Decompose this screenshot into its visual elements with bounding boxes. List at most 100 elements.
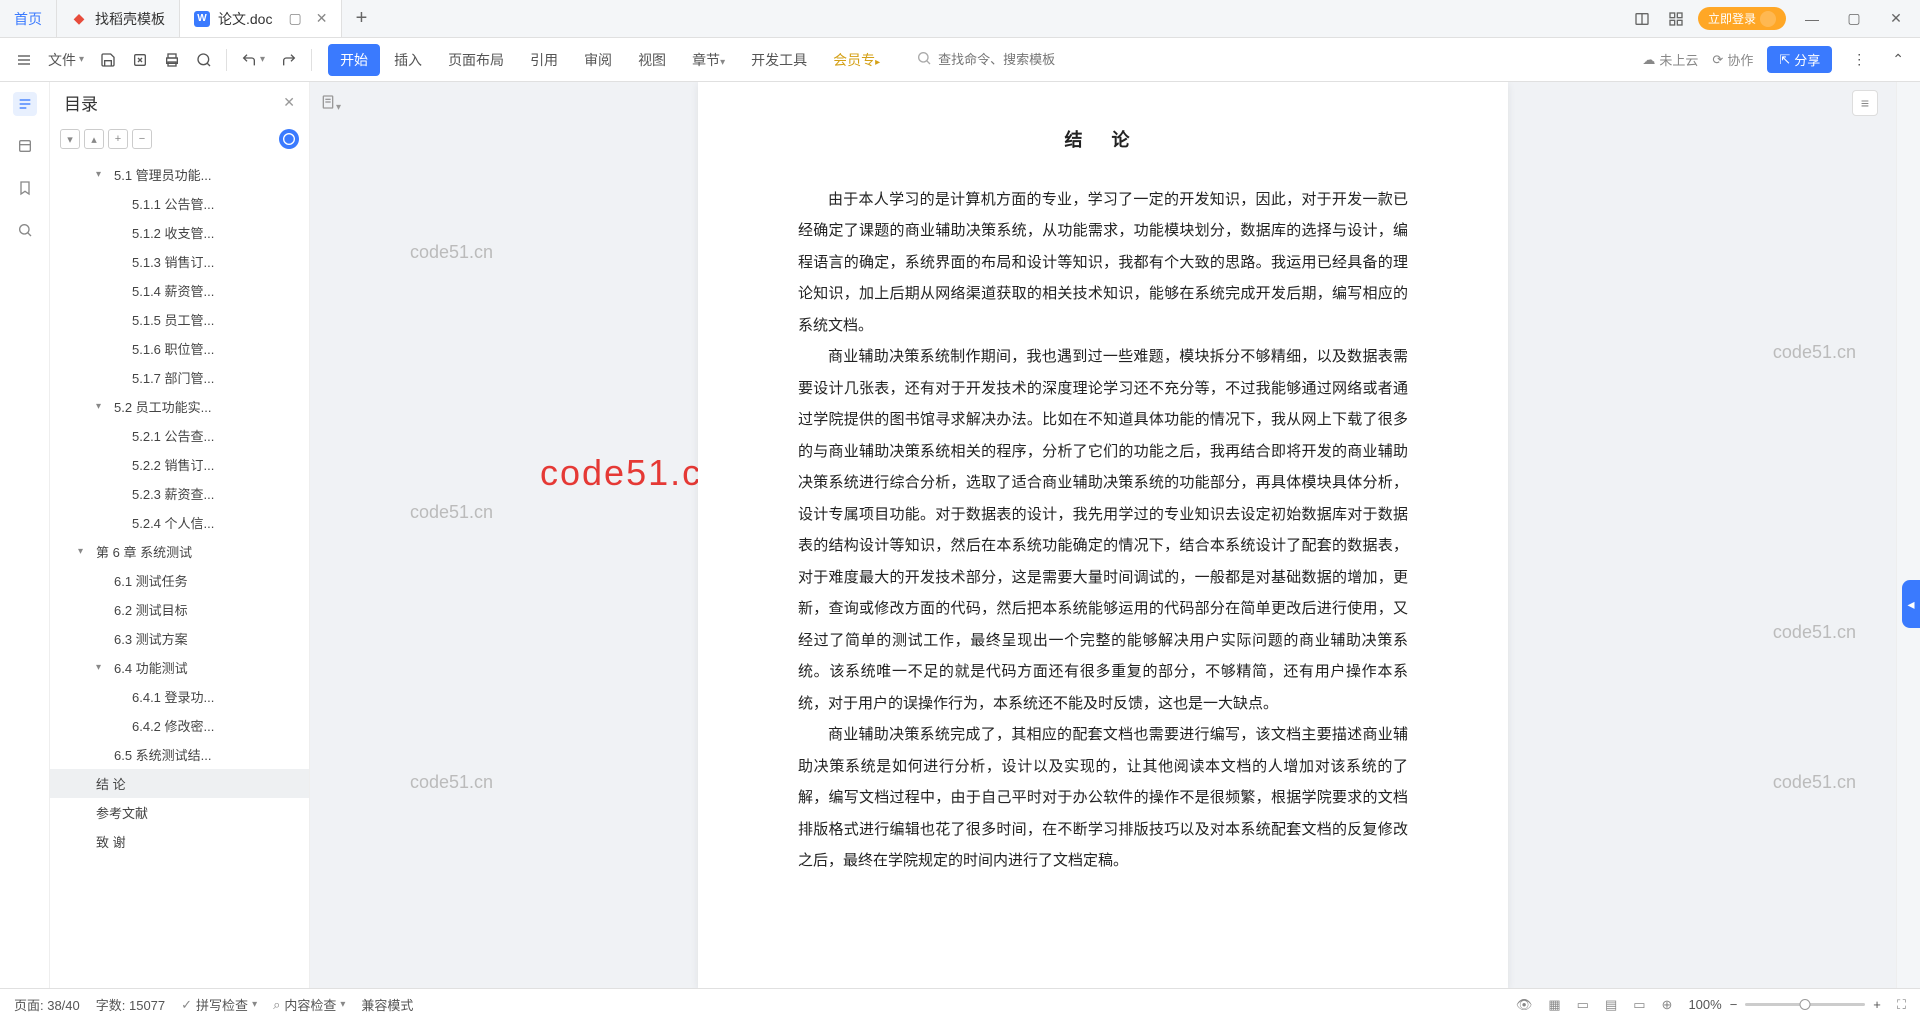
outline-item-label: 5.1 管理员功能...: [114, 165, 212, 184]
outline-item-label: 6.1 测试任务: [114, 571, 188, 590]
outline-item[interactable]: 5.2.3 薪资查...: [50, 479, 309, 508]
outline-item[interactable]: 5.1.3 销售订...: [50, 247, 309, 276]
zoom-thumb[interactable]: [1800, 999, 1811, 1010]
outline-item[interactable]: ▾5.1 管理员功能...: [50, 160, 309, 189]
outline-item[interactable]: 结 论: [50, 769, 309, 798]
compat-mode[interactable]: 兼容模式: [361, 995, 413, 1014]
maximize-button[interactable]: ▢: [1838, 3, 1870, 35]
outline-item[interactable]: 6.3 测试方案: [50, 624, 309, 653]
view-read-icon[interactable]: ▭: [1633, 997, 1645, 1013]
expand-all-button[interactable]: ▴: [84, 129, 104, 149]
tab-layout[interactable]: 页面布局: [436, 44, 516, 76]
outline-item[interactable]: 6.5 系统测试结...: [50, 740, 309, 769]
export-button[interactable]: [126, 48, 154, 72]
tab-review[interactable]: 审阅: [572, 44, 624, 76]
search-icon: [916, 50, 932, 69]
outline-item[interactable]: 参考文献: [50, 798, 309, 827]
share-button[interactable]: ⇱分享: [1767, 46, 1832, 73]
outline-item-label: 5.1.3 销售订...: [132, 252, 214, 271]
layout-icon[interactable]: [1630, 7, 1654, 31]
view-page-icon[interactable]: ▦: [1548, 997, 1560, 1013]
tab-view[interactable]: 视图: [626, 44, 678, 76]
close-icon[interactable]: ✕: [316, 10, 328, 27]
sync-icon[interactable]: [279, 129, 299, 149]
collapse-ribbon-button[interactable]: ⌃: [1886, 47, 1910, 72]
add-heading-button[interactable]: +: [108, 129, 128, 149]
more-button[interactable]: ⋮: [1846, 47, 1872, 72]
outline-item[interactable]: 5.1.5 员工管...: [50, 305, 309, 334]
login-label: 立即登录: [1708, 10, 1756, 27]
outline-item[interactable]: 6.1 测试任务: [50, 566, 309, 595]
view-outline-icon[interactable]: ▤: [1605, 997, 1617, 1013]
zoom-in-button[interactable]: +: [1873, 997, 1881, 1012]
tab-insert[interactable]: 插入: [382, 44, 434, 76]
outline-item[interactable]: 5.2.4 个人信...: [50, 508, 309, 537]
view-eye-icon[interactable]: 👁: [1516, 997, 1533, 1013]
outline-item[interactable]: 5.1.6 职位管...: [50, 334, 309, 363]
zoom-slider[interactable]: [1745, 1003, 1865, 1006]
file-menu[interactable]: 文件▾: [42, 46, 90, 74]
redo-button[interactable]: [275, 48, 303, 72]
outline-item[interactable]: 致 谢: [50, 827, 309, 856]
content-check-button[interactable]: ⌕内容检查▾: [273, 995, 345, 1014]
remove-heading-button[interactable]: −: [132, 129, 152, 149]
page-indicator[interactable]: 页面: 38/40: [14, 995, 80, 1014]
login-button[interactable]: 立即登录: [1698, 7, 1786, 30]
outline-tree[interactable]: ▾5.1 管理员功能...5.1.1 公告管...5.1.2 收支管... 5.1…: [50, 156, 309, 988]
minimize-button[interactable]: —: [1796, 3, 1828, 35]
collab-button[interactable]: ⟳协作: [1712, 50, 1753, 69]
menu-button[interactable]: [10, 48, 38, 72]
outline-close-icon[interactable]: ✕: [283, 94, 295, 111]
tab-document[interactable]: W 论文.doc ▢ ✕: [180, 0, 342, 37]
new-tab-button[interactable]: +: [342, 0, 380, 37]
command-search[interactable]: [916, 50, 1116, 69]
tab-vip[interactable]: 会员专▸: [821, 44, 892, 76]
outline-item[interactable]: 5.1.1 公告管...: [50, 189, 309, 218]
outline-item[interactable]: 5.1.4 薪资管...: [50, 276, 309, 305]
tab-sections[interactable]: 章节▾: [680, 44, 737, 76]
outline-item[interactable]: 6.4.1 登录功...: [50, 682, 309, 711]
outline-item[interactable]: ▾6.4 功能测试: [50, 653, 309, 682]
app-close-button[interactable]: ✕: [1880, 3, 1912, 35]
document-area[interactable]: ▾ ≡ code51.cn code51.cn code51.cn code51…: [310, 82, 1896, 988]
page-options-button[interactable]: ≡: [1852, 90, 1878, 116]
word-count[interactable]: 字数: 15077: [96, 995, 165, 1014]
right-panel-handle[interactable]: ◂: [1902, 580, 1920, 628]
outline-item[interactable]: 5.1.7 部门管...: [50, 363, 309, 392]
outline-item[interactable]: 5.1.2 收支管...: [50, 218, 309, 247]
page-marker-icon[interactable]: ▾: [320, 94, 341, 113]
tab-templates[interactable]: ◆ 找稻壳模板: [57, 0, 180, 37]
zoom-value[interactable]: 100%: [1688, 997, 1721, 1012]
tab-home[interactable]: 首页: [0, 0, 57, 37]
tab-home-label: 首页: [14, 9, 42, 29]
outline-item[interactable]: 6.2 测试目标: [50, 595, 309, 624]
fullscreen-icon[interactable]: ⛶: [1897, 997, 1906, 1013]
tab-window-icon[interactable]: ▢: [288, 10, 301, 27]
print-button[interactable]: [158, 48, 186, 72]
search-rail-icon[interactable]: [13, 218, 37, 242]
collapse-all-button[interactable]: ▾: [60, 129, 80, 149]
outline-item[interactable]: ▾5.2 员工功能实...: [50, 392, 309, 421]
outline-item[interactable]: 5.2.1 公告查...: [50, 421, 309, 450]
outline-item[interactable]: 5.2.2 销售订...: [50, 450, 309, 479]
apps-icon[interactable]: [1664, 7, 1688, 31]
cloud-status[interactable]: ☁未上云: [1642, 50, 1698, 69]
undo-button[interactable]: ▾: [235, 48, 271, 72]
zoom-out-button[interactable]: −: [1730, 997, 1738, 1012]
nav-rail-icon[interactable]: [13, 134, 37, 158]
ruler-icon[interactable]: ⊕: [1662, 997, 1673, 1013]
tab-references[interactable]: 引用: [518, 44, 570, 76]
outline-item[interactable]: ▾第 6 章 系统测试: [50, 537, 309, 566]
search-input[interactable]: [938, 52, 1098, 67]
tab-devtools[interactable]: 开发工具: [739, 44, 819, 76]
spellcheck-button[interactable]: ✓拼写检查▾: [181, 995, 257, 1014]
outline-rail-icon[interactable]: [13, 92, 37, 116]
outline-item[interactable]: 6.4.2 修改密...: [50, 711, 309, 740]
tab-start[interactable]: 开始: [328, 44, 380, 76]
view-web-icon[interactable]: ▭: [1577, 997, 1589, 1013]
doc-heading: 结 论: [798, 122, 1408, 160]
bookmark-rail-icon[interactable]: [13, 176, 37, 200]
save-button[interactable]: [94, 48, 122, 72]
watermark: code51.cn: [1773, 772, 1856, 793]
preview-button[interactable]: [190, 48, 218, 72]
